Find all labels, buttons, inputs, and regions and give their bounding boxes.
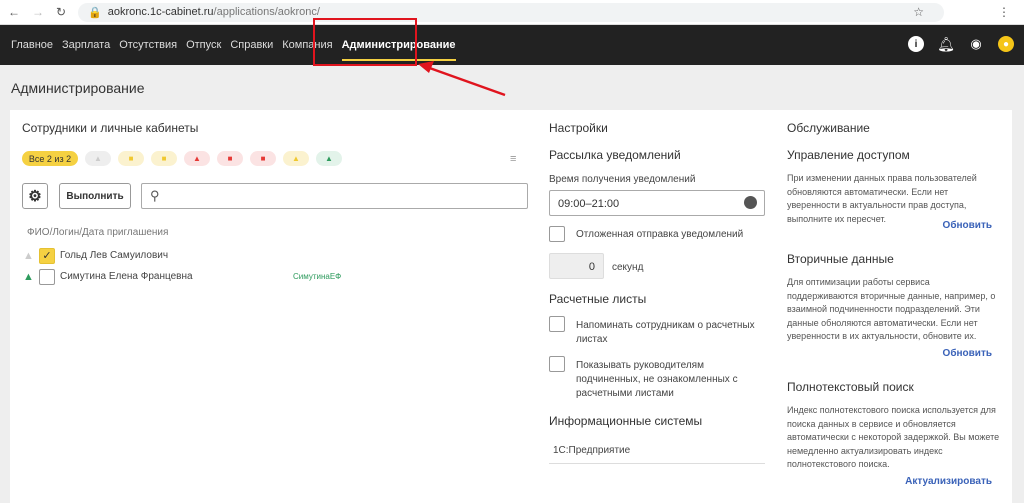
remind-label: Напоминать сотрудникам о расчетных листа… (576, 320, 755, 345)
url-domain: aokronc.1c-cabinet.ru (107, 6, 214, 18)
chip-user-red-icon[interactable]: ▲ (184, 151, 210, 166)
user-inactive-icon: ▲ (23, 250, 34, 262)
chip-user-yellow-icon[interactable]: ▲ (283, 151, 309, 166)
bell-icon[interactable]: 🔔︎ (937, 36, 955, 52)
chip-all[interactable]: Все 2 из 2 (22, 151, 78, 166)
show-managers-checkbox[interactable] (549, 356, 565, 372)
column-header: ФИО/Логин/Дата приглашения (27, 227, 169, 238)
service-title: Обслуживание (787, 121, 870, 135)
row-checkbox[interactable] (39, 269, 55, 285)
chip-user-green-icon[interactable]: ▲ (316, 151, 342, 166)
nav-main[interactable]: Главное (11, 25, 53, 65)
payslips-title: Расчетные листы (549, 292, 647, 306)
chip-comment-yellow-icon[interactable]: ■ (151, 151, 177, 166)
filter-chips: Все 2 из 2 ▲ ■ ■ ▲ ■ ■ ▲ ▲ (22, 151, 342, 166)
employee-name[interactable]: Гольд Лев Самуилович (60, 250, 168, 261)
highlight-box (313, 18, 417, 66)
delayed-checkbox[interactable] (549, 226, 565, 242)
seconds-input[interactable]: 0 (549, 253, 604, 279)
nav-certificates[interactable]: Справки (230, 25, 273, 65)
user-active-icon: ▲ (23, 271, 34, 283)
fts-update-link[interactable]: Актуализировать (905, 476, 992, 487)
row-checkbox[interactable]: ✓ (39, 248, 55, 264)
clock-icon[interactable] (744, 196, 757, 209)
employees-title: Сотрудники и личные кабинеты (22, 121, 199, 135)
seconds-value: 0 (588, 261, 595, 273)
chip-envelope-red-icon[interactable]: ■ (217, 151, 243, 166)
browser-toolbar: ← → ↻ 🔒 aokronc.1c-cabinet.ru/application… (0, 0, 1024, 25)
secondary-desc: Для оптимизации работы сервиса поддержив… (787, 277, 996, 341)
chip-comment-red-icon[interactable]: ■ (250, 151, 276, 166)
show-managers-label: Показывать руководителям подчиненных, не… (576, 360, 738, 399)
star-icon[interactable]: ☆ (913, 5, 924, 19)
arrow-annotation (418, 61, 506, 97)
secondary-refresh-link[interactable]: Обновить (943, 348, 992, 359)
time-value: 09:00–21:00 (558, 198, 620, 210)
access-desc: При изменении данных права пользователей… (787, 173, 977, 224)
back-icon[interactable]: ← (8, 5, 20, 19)
page-title: Администрирование (11, 80, 145, 96)
filter-icon[interactable]: ≡ (510, 153, 516, 165)
main-nav: Главное Зарплата Отсутствия Отпуск Справ… (0, 25, 1024, 65)
notifications-title: Рассылка уведомлений (549, 148, 681, 162)
access-title: Управление доступом (787, 148, 910, 162)
nav-vacation[interactable]: Отпуск (186, 25, 221, 65)
time-input[interactable]: 09:00–21:00 (549, 190, 765, 216)
lock-icon: 🔒 (88, 6, 102, 19)
settings-gear-button[interactable]: ⚙ (22, 183, 48, 209)
secondary-title: Вторичные данные (787, 252, 894, 266)
nav-salary[interactable]: Зарплата (62, 25, 110, 65)
time-label: Время получения уведомлений (549, 174, 696, 185)
employee-login: СимутинаЕФ (293, 272, 342, 281)
infosys-item[interactable]: 1С:Предприятие (549, 438, 765, 464)
chip-user-inactive-icon[interactable]: ▲ (85, 151, 111, 166)
address-bar[interactable]: 🔒 aokronc.1c-cabinet.ru/applications/aokr… (78, 2, 944, 22)
reload-icon[interactable]: ↻ (56, 5, 66, 19)
fts-desc: Индекс полнотекстового поиска использует… (787, 405, 1000, 469)
settings-title: Настройки (549, 121, 608, 135)
forward-icon[interactable]: → (32, 5, 44, 19)
info-icon[interactable]: i (908, 36, 924, 52)
gear-icon: ⚙ (28, 188, 42, 205)
infosys-title: Информационные системы (549, 414, 703, 428)
avatar[interactable]: ● (998, 36, 1014, 52)
fts-title: Полнотекстовый поиск (787, 380, 914, 394)
employee-name[interactable]: Симутина Елена Францевна (60, 271, 193, 282)
menu-icon[interactable]: ⋮ (998, 5, 1010, 19)
url-path: /applications/aokronc/ (213, 6, 320, 18)
access-refresh-link[interactable]: Обновить (943, 220, 992, 231)
seconds-label: секунд (612, 262, 644, 273)
search-input[interactable]: ⚲ (141, 183, 528, 209)
delayed-label: Отложенная отправка уведомлений (576, 229, 744, 240)
execute-button[interactable]: Выполнить (59, 183, 131, 209)
search-icon: ⚲ (150, 188, 160, 203)
eye-icon[interactable]: ◉ (968, 36, 984, 52)
chip-envelope-yellow-icon[interactable]: ■ (118, 151, 144, 166)
nav-absences[interactable]: Отсутствия (119, 25, 177, 65)
remind-checkbox[interactable] (549, 316, 565, 332)
